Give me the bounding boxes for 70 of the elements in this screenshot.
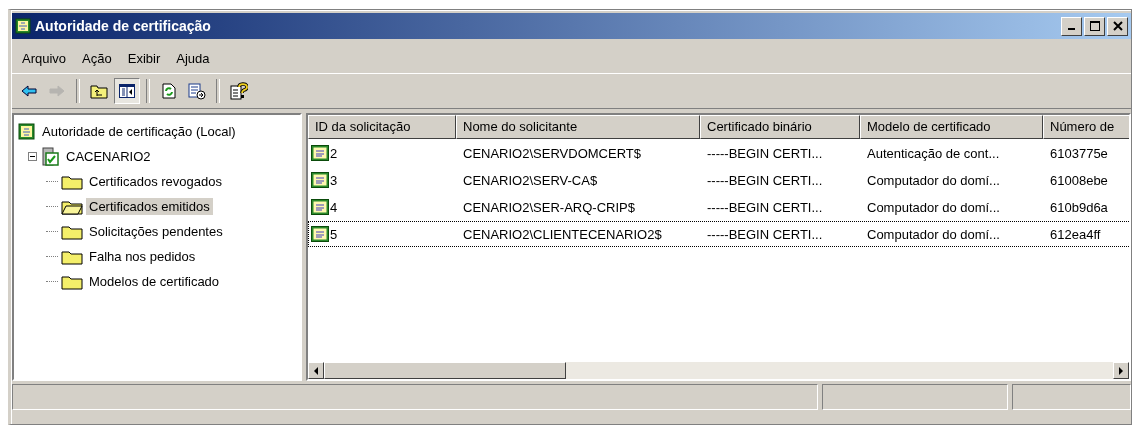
table-cell: 612ea4ff xyxy=(1050,226,1101,242)
back-arrow-icon xyxy=(21,85,37,97)
menu-item[interactable]: Arquivo xyxy=(14,50,75,66)
table-cell: Computador do domí... xyxy=(867,226,1000,242)
tree-pane-icon xyxy=(119,84,135,98)
right-arrow-icon xyxy=(1119,366,1123,375)
window-title: Autoridade de certificação xyxy=(35,18,211,34)
table-cell: Computador do domí... xyxy=(867,172,1000,188)
table-cell: 6103775e xyxy=(1050,145,1108,161)
table-cell: 4 xyxy=(330,199,338,215)
close-button[interactable] xyxy=(1107,16,1128,36)
maximize-icon xyxy=(1089,21,1100,31)
table-cell: -----BEGIN CERTI... xyxy=(707,199,823,215)
export-list-icon xyxy=(188,82,206,100)
menu-item[interactable]: Ajuda xyxy=(168,50,218,66)
certificate-icon xyxy=(311,226,329,242)
column-header[interactable]: Modelo de certificado xyxy=(860,115,1043,139)
tree-item[interactable]: CACENARIO2 xyxy=(63,148,154,165)
table-cell: Computador do domí... xyxy=(867,199,1000,215)
scroll-right-button[interactable] xyxy=(1113,362,1129,379)
column-header[interactable]: ID da solicitação xyxy=(308,115,456,139)
forward-arrow-icon xyxy=(49,85,65,97)
minimize-button[interactable] xyxy=(1061,16,1082,36)
console-icon xyxy=(18,122,36,141)
maximize-button[interactable] xyxy=(1084,16,1105,36)
table-cell: CENARIO2\SERVDOMCERT$ xyxy=(463,145,641,161)
table-cell: -----BEGIN CERTI... xyxy=(707,172,823,188)
refresh-icon xyxy=(162,83,176,99)
column-header[interactable]: Número de xyxy=(1043,115,1129,139)
folder-icon xyxy=(61,248,83,265)
left-arrow-icon xyxy=(314,366,318,375)
certificate-icon xyxy=(311,145,329,161)
table-cell: 61008ebe xyxy=(1050,172,1108,188)
scroll-left-button[interactable] xyxy=(308,362,324,379)
collapse-toggle[interactable] xyxy=(28,152,37,161)
table-cell: Autenticação de cont... xyxy=(867,145,1000,161)
minus-icon xyxy=(28,152,37,161)
table-cell: 3 xyxy=(330,172,338,188)
table-cell: 5 xyxy=(330,226,338,242)
certificate-icon xyxy=(311,172,329,188)
table-cell: 2 xyxy=(330,145,338,161)
folder-icon xyxy=(61,198,83,215)
tree-item[interactable]: Solicitações pendentes xyxy=(86,223,226,240)
folder-icon xyxy=(61,223,83,240)
close-icon xyxy=(1112,21,1123,31)
toolbar-button[interactable] xyxy=(114,78,140,104)
table-cell: -----BEGIN CERTI... xyxy=(707,226,823,242)
table-cell: -----BEGIN CERTI... xyxy=(707,145,823,161)
table-cell: CENARIO2\SERV-CA$ xyxy=(463,172,598,188)
table-cell: 610b9d6a xyxy=(1050,199,1108,215)
table-cell: CENARIO2\CLIENTECENARIO2$ xyxy=(463,226,662,242)
tree-item[interactable]: Autoridade de certificação (Local) xyxy=(39,123,239,140)
help-icon xyxy=(230,82,248,100)
menu-item[interactable]: Exibir xyxy=(119,50,169,66)
console-icon xyxy=(15,18,31,34)
tree-item[interactable]: Certificados revogados xyxy=(86,173,225,190)
up-folder-icon xyxy=(90,83,108,99)
server-check-icon xyxy=(40,146,60,167)
folder-icon xyxy=(61,273,83,290)
table-cell: CENARIO2\SER-ARQ-CRIP$ xyxy=(463,199,635,215)
tree-item[interactable]: Modelos de certificado xyxy=(86,273,223,290)
scrollbar-thumb[interactable] xyxy=(324,362,566,379)
menu-item[interactable]: Ação xyxy=(74,50,120,66)
tree-item[interactable]: Certificados emitidos xyxy=(86,198,213,215)
tree-item[interactable]: Falha nos pedidos xyxy=(86,248,199,265)
horizontal-scrollbar[interactable] xyxy=(308,362,1129,379)
column-header[interactable]: Nome do solicitante xyxy=(456,115,700,139)
folder-icon xyxy=(61,173,83,190)
column-header[interactable]: Certificado binário xyxy=(700,115,860,139)
certificate-icon xyxy=(311,199,329,215)
